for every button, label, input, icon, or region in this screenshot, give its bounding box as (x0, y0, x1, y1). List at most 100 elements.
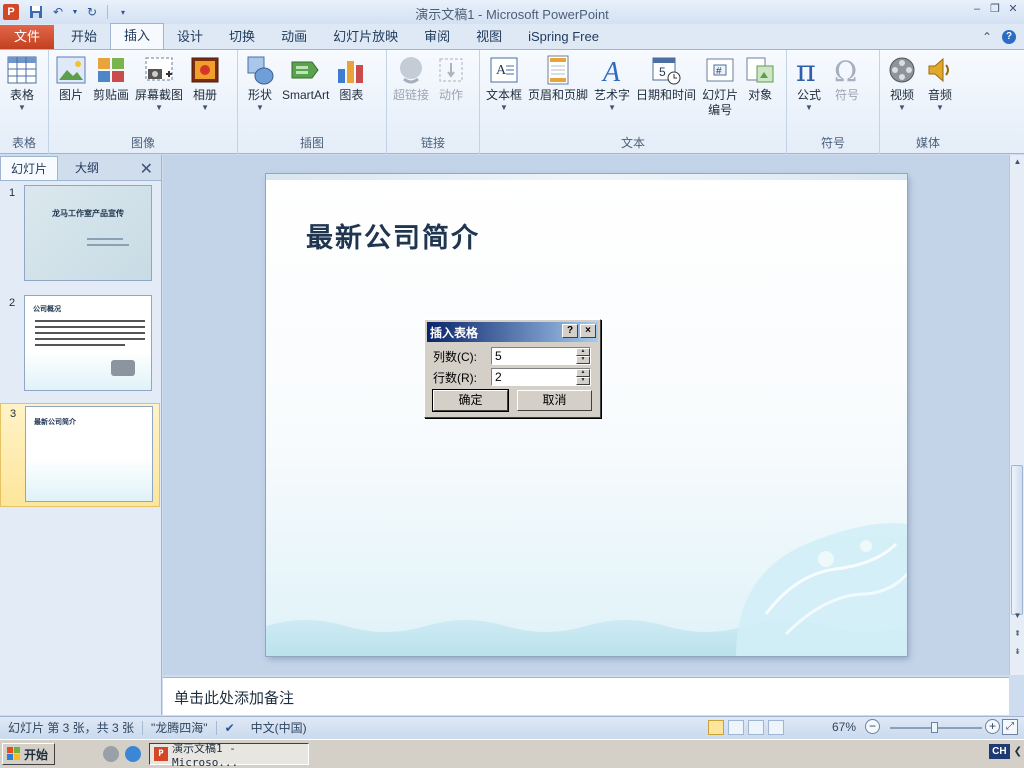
rows-input[interactable]: 2 (495, 370, 502, 384)
clipart-icon (95, 54, 127, 86)
tab-home[interactable]: 开始 (58, 25, 110, 49)
redo-icon[interactable]: ↻ (83, 3, 101, 21)
slide-sorter-view-icon[interactable] (728, 720, 744, 735)
close-pane-icon[interactable]: ✕ (140, 159, 153, 179)
ok-button[interactable]: 确定 (432, 389, 509, 412)
ribbon: 表格 ▼ 表格 图片 剪贴画 屏幕截图 ▼ 相册 ▼ 图像 形状 ▼ Smart… (0, 50, 1024, 154)
tab-transitions[interactable]: 切换 (216, 25, 268, 49)
tab-review[interactable]: 审阅 (411, 25, 463, 49)
minimize-ribbon-icon[interactable]: ⌃ (982, 30, 992, 44)
tab-slideshow[interactable]: 幻灯片放映 (320, 25, 411, 49)
reading-view-icon[interactable] (748, 720, 764, 735)
rows-spinner[interactable]: 2 ▲ ▼ (491, 368, 591, 386)
columns-spinner[interactable]: 5 ▲ ▼ (491, 347, 591, 365)
cancel-button[interactable]: 取消 (517, 390, 592, 411)
chevron-down-icon: ▼ (201, 103, 209, 112)
ribbon-tabs: 文件 开始 插入 设计 切换 动画 幻灯片放映 审阅 视图 iSpring Fr… (0, 23, 1024, 50)
show-desktop-icon[interactable] (103, 746, 120, 762)
vertical-scrollbar[interactable]: ▲ ▼ ⇞ ⇟ (1009, 155, 1024, 675)
window-controls: – ❐ ✕ (970, 3, 1020, 17)
dialog-help-button[interactable]: ? (562, 324, 578, 338)
dialog-title-bar[interactable]: 插入表格 ? × (427, 322, 598, 342)
undo-icon[interactable]: ↶ (49, 3, 67, 21)
notes-placeholder[interactable]: 单击此处添加备注 (174, 687, 294, 708)
slide-thumbnail-3[interactable]: 3 最新公司简介 (0, 403, 160, 507)
tab-design[interactable]: 设计 (164, 25, 216, 49)
powerpoint-app-icon[interactable]: P (3, 4, 19, 20)
chevron-down-icon: ▼ (256, 103, 264, 112)
window-title: 演示文稿1 - Microsoft PowerPoint (415, 7, 609, 22)
zoom-out-icon[interactable]: − (865, 719, 880, 734)
language[interactable]: 中文(中国) (243, 719, 315, 736)
scroll-up-icon[interactable]: ▲ (1010, 155, 1024, 169)
help-icon[interactable]: ? (1002, 30, 1016, 44)
zoom-slider[interactable] (890, 722, 982, 733)
taskbar-item-label: 演示文稿1 - Microso... (171, 741, 239, 768)
slides-pane: 幻灯片 大纲 ✕ 1 龙马工作室产品宣传 2 公司概况 3 最新公司简介 (0, 155, 162, 715)
pi-icon: π (793, 54, 825, 86)
thumb-title: 公司概况 (33, 306, 61, 313)
smartart-icon (290, 54, 322, 86)
wordart-icon: A (596, 54, 628, 86)
tab-file[interactable]: 文件 (0, 25, 54, 49)
spin-up-icon[interactable]: ▲ (576, 348, 590, 356)
tab-view[interactable]: 视图 (463, 25, 515, 49)
ime-indicator[interactable]: CH (989, 744, 1010, 759)
thumb-line (87, 238, 123, 240)
slide-thumbnail-1[interactable]: 1 龙马工作室产品宣传 (0, 183, 160, 287)
slide-number: 1 (9, 187, 16, 199)
tab-slides[interactable]: 幻灯片 (0, 156, 58, 180)
zoom-slider-thumb[interactable] (931, 722, 939, 733)
theme-name[interactable]: "龙腾四海" (143, 719, 216, 736)
tab-animations[interactable]: 动画 (268, 25, 320, 49)
previous-slide-icon[interactable]: ⇞ (1010, 627, 1024, 641)
tab-ispring[interactable]: iSpring Free (515, 25, 612, 49)
chevron-down-icon: ▼ (608, 103, 616, 112)
customize-qat-icon[interactable]: ▾ (114, 3, 132, 21)
dialog-close-button[interactable]: × (580, 324, 596, 338)
fit-to-window-icon[interactable]: ⤢ (1002, 719, 1018, 735)
spin-down-icon[interactable]: ▼ (576, 377, 590, 385)
slide-count: 幻灯片 第 3 张，共 3 张 (8, 721, 135, 735)
slide-number-icon: # (704, 54, 736, 86)
title-bar: P ↶ ▼ ↻ ▾ 演示文稿1 - Microsoft PowerPoint –… (0, 0, 1024, 24)
tab-insert[interactable]: 插入 (110, 23, 165, 49)
close-icon[interactable]: ✕ (1006, 3, 1020, 17)
spin-down-icon[interactable]: ▼ (576, 356, 590, 364)
group-label-illustrations: 插图 (299, 136, 324, 150)
normal-view-icon[interactable] (708, 720, 724, 735)
restore-icon[interactable]: ❐ (988, 3, 1002, 17)
spellcheck-icon[interactable]: ✔ (217, 721, 243, 735)
slide-number: 3 (10, 408, 17, 420)
chevron-down-icon: ▼ (936, 103, 944, 112)
zoom-level[interactable]: 67% (832, 720, 856, 734)
group-label-table: 表格 (11, 136, 36, 150)
internet-explorer-icon[interactable] (125, 746, 142, 762)
action-icon (435, 54, 467, 86)
columns-label: 列数(C): (433, 350, 477, 364)
slide-thumbnail-2[interactable]: 2 公司概况 (0, 293, 160, 397)
start-button[interactable]: 开始 (2, 743, 56, 765)
slide-3-preview: 最新公司简介 (25, 406, 153, 502)
minimize-icon[interactable]: – (970, 3, 984, 17)
save-icon[interactable] (27, 3, 45, 21)
taskbar-powerpoint-item[interactable]: P 演示文稿1 - Microso... (149, 741, 310, 768)
scrollbar-thumb[interactable] (1011, 465, 1023, 615)
undo-dropdown-icon[interactable]: ▼ (71, 3, 79, 21)
spin-up-icon[interactable]: ▲ (576, 369, 590, 377)
zoom-in-icon[interactable]: + (985, 719, 1000, 734)
scroll-down-icon[interactable]: ▼ (1010, 609, 1024, 623)
rows-row: 行数(R): (433, 369, 491, 386)
svg-text:#: # (716, 66, 722, 77)
quick-access-toolbar: ↶ ▼ ↻ ▾ (27, 3, 132, 21)
thumb-line (35, 332, 145, 334)
picture-icon (55, 54, 87, 86)
next-slide-icon[interactable]: ⇟ (1010, 645, 1024, 659)
tab-outline[interactable]: 大纲 (58, 156, 116, 180)
tray-expand-icon[interactable]: ❮ (1014, 746, 1022, 757)
slideshow-view-icon[interactable] (768, 720, 784, 735)
notes-pane[interactable]: 单击此处添加备注 (163, 677, 1009, 715)
powerpoint-icon: P (154, 747, 168, 761)
columns-input[interactable]: 5 (495, 349, 502, 363)
slide-1-preview: 龙马工作室产品宣传 (24, 185, 152, 281)
